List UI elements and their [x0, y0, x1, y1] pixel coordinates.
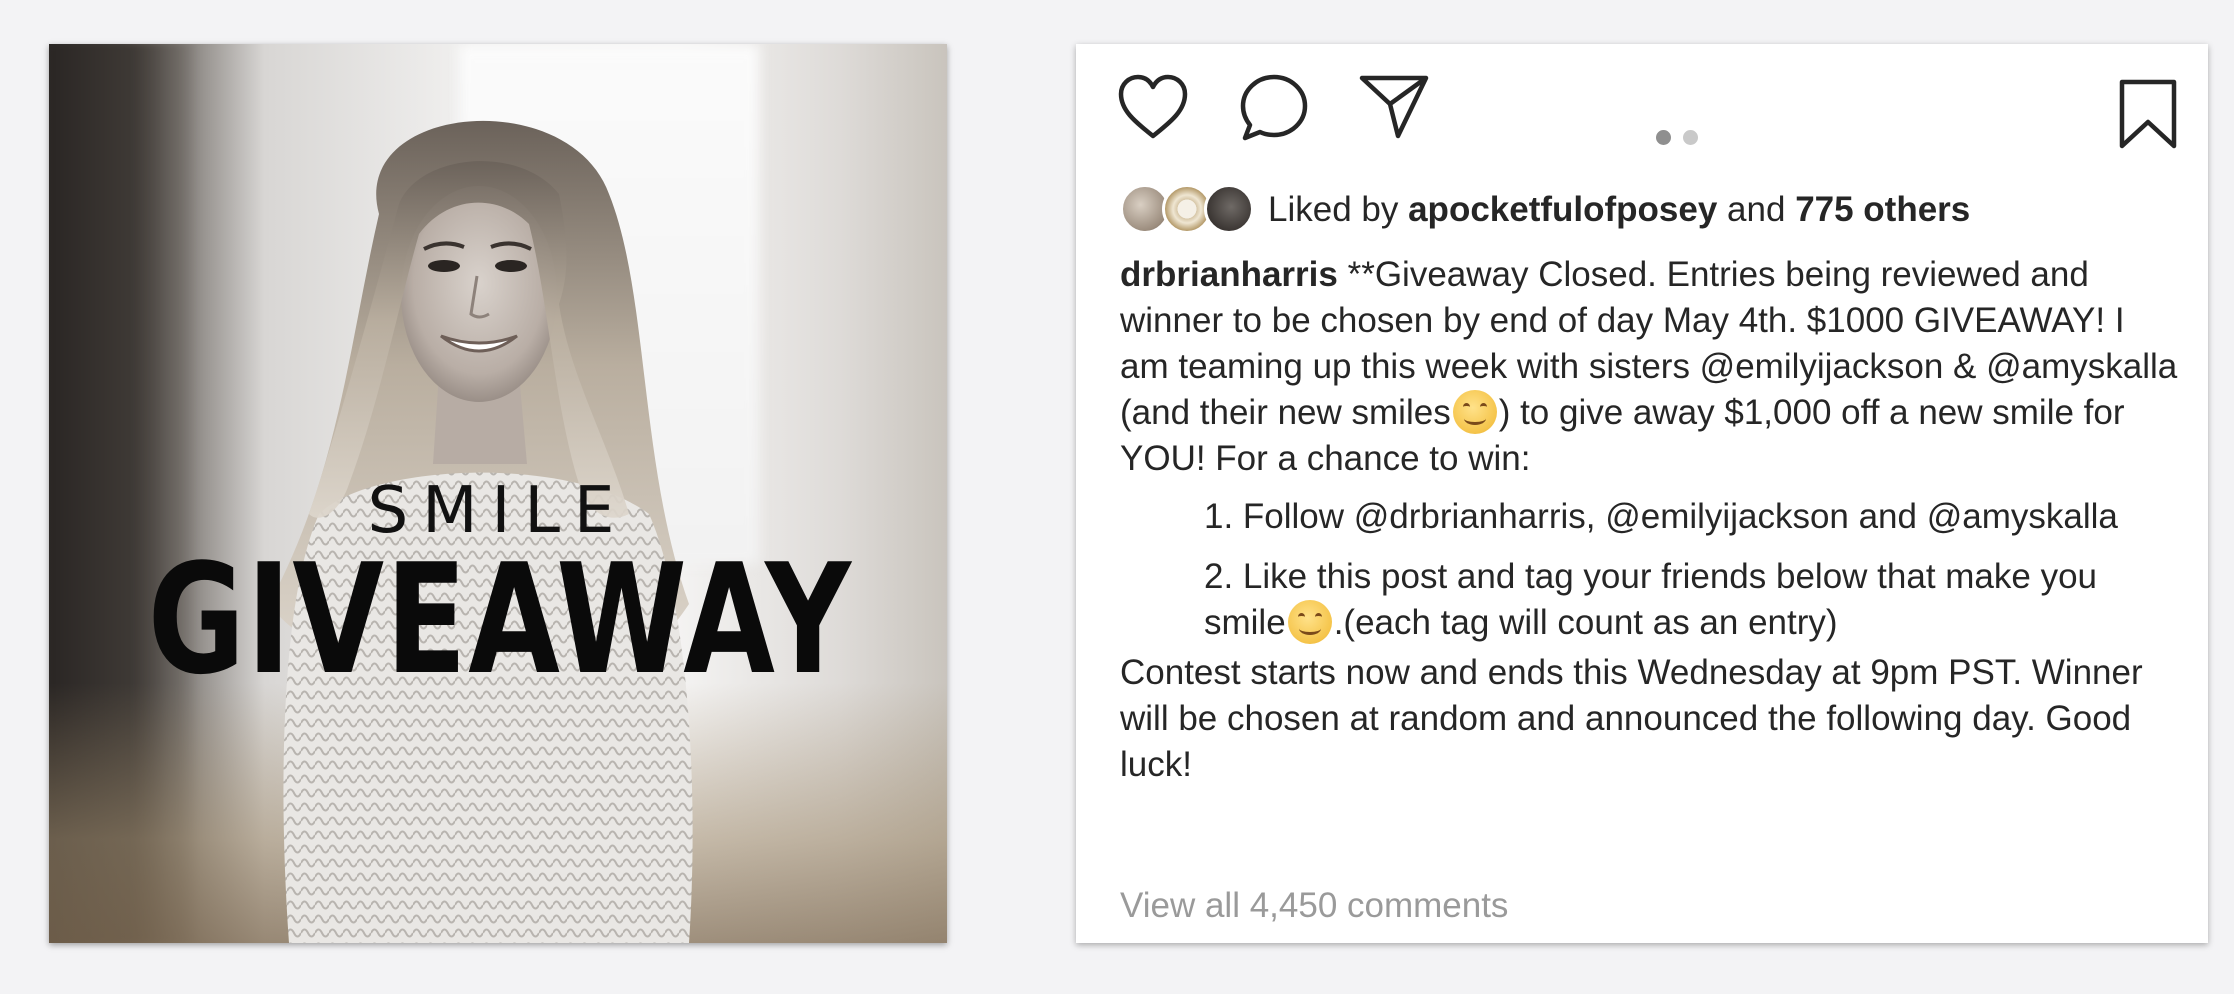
bookmark-icon[interactable] — [2116, 78, 2180, 150]
likes-others-link[interactable]: 775 others — [1795, 190, 1970, 229]
post-details-panel: Liked by apocketfulofposey and 775 other… — [1076, 44, 2208, 943]
view-all-comments-link[interactable]: View all 4,450 comments — [1120, 886, 1508, 926]
smiling-face-emoji — [1287, 600, 1332, 644]
post-image[interactable]: SMILE GIVEAWAY — [49, 44, 947, 943]
liker-avatars — [1120, 182, 1254, 238]
likes-and: and — [1717, 190, 1796, 229]
paper-plane-icon[interactable] — [1358, 72, 1430, 142]
smiling-face-emoji — [1452, 390, 1497, 434]
liker-username-link[interactable]: apocketfulofposey — [1408, 190, 1717, 229]
caption-step-2-tail: .(each tag will count as an entry) — [1333, 603, 1838, 642]
caption-step-1: 1. Follow @drbrianharris, @emilyijackson… — [1204, 497, 2118, 536]
likes-summary[interactable]: Liked by apocketfulofposey and 775 other… — [1120, 182, 1970, 238]
post-caption: drbrianharris **Giveaway Closed. Entries… — [1120, 252, 2180, 788]
avatar — [1204, 184, 1254, 234]
caption-outro: Contest starts now and ends this Wednesd… — [1120, 653, 2143, 784]
action-bar — [1116, 72, 2177, 152]
carousel-dot-2 — [1683, 130, 1698, 145]
speech-bubble-icon[interactable] — [1238, 72, 1310, 144]
carousel-dot-1 — [1656, 130, 1671, 145]
likes-prefix: Liked by — [1268, 190, 1409, 229]
heart-icon[interactable] — [1116, 72, 1190, 142]
image-text-giveaway: GIVEAWAY — [147, 531, 853, 708]
carousel-indicator — [1656, 130, 1698, 145]
caption-username-link[interactable]: drbrianharris — [1120, 255, 1338, 294]
likes-text: Liked by apocketfulofposey and 775 other… — [1268, 190, 1970, 230]
